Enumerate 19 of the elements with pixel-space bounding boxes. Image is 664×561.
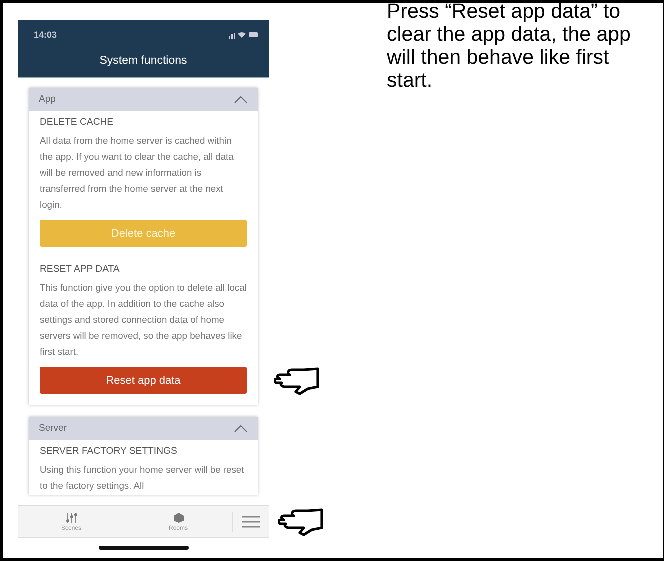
screen-title: System functions: [98, 55, 188, 67]
reset-button[interactable]: Reset app data: [40, 367, 247, 394]
status-time: 14:03: [34, 30, 58, 40]
section-header[interactable]: App: [29, 88, 258, 111]
section-title: App: [39, 94, 56, 105]
function-heading: RESET APP DATA: [40, 264, 121, 275]
function-heading: DELETE CACHE: [40, 117, 115, 128]
function-description: All data from the home server is cached within the app. If you want to clear the cache, all data will be removed and new information is transferred from the home server at the next login.: [40, 134, 235, 212]
status-icons: [229, 31, 259, 39]
section-title: Server: [39, 423, 67, 434]
sliders-icon: [66, 512, 78, 524]
function-heading: SERVER FACTORY SETTINGS: [40, 446, 178, 457]
house-icon: [172, 512, 184, 524]
menu-button[interactable]: [242, 516, 260, 528]
section-header[interactable]: Server: [29, 417, 258, 440]
menu-icon: [242, 516, 260, 528]
instruction-text: Press “Reset app data” to clear the app data, the app will then behave like first start.: [387, 3, 632, 94]
function-description: This function give you the option to delete all local data of the app. In addition to the cache also settings and stored connection data of home servers will be removed, so the app behaves like first start.: [40, 281, 247, 359]
function-description: Using this function your home server will be reset to the factory settings. All: [40, 463, 246, 493]
